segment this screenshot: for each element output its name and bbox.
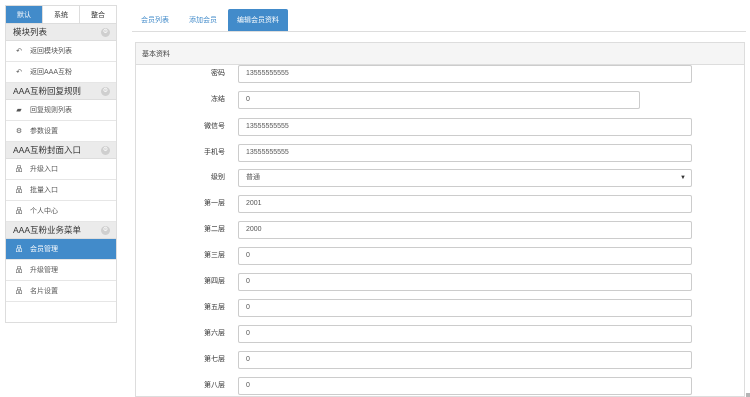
form-row-frozen: 冻结 0 <box>136 91 746 109</box>
layer-4-field[interactable]: 0 <box>238 273 692 291</box>
sidebar-item-settings[interactable]: ⚙ 参数设置 <box>6 121 116 142</box>
sidebar-item-label: 升级入口 <box>30 166 58 173</box>
layer-6-field[interactable]: 0 <box>238 325 692 343</box>
sitemap-icon: 品 <box>15 208 23 215</box>
sidebar-item-batch-entry[interactable]: 品 批量入口 <box>6 180 116 201</box>
reply-icon: ↶ <box>16 48 22 55</box>
wechat-label: 微信号 <box>204 123 225 130</box>
layer-1-label: 第一层 <box>204 200 225 207</box>
gear-toggle-icon[interactable]: ⚙ <box>101 86 110 96</box>
layer-2-field[interactable]: 2000 <box>238 221 692 239</box>
sidebar-item-label: 批量入口 <box>30 187 58 194</box>
sidebar-item-label: 升级管理 <box>30 267 58 274</box>
level-label: 级别 <box>211 174 225 181</box>
level-select-value: 普通 <box>246 174 260 181</box>
group-title: AAA互粉回复规则 <box>13 86 82 96</box>
form-row-layer-5: 第五层 0 <box>136 299 746 317</box>
panel-title: 基本资料 <box>136 43 744 65</box>
main-content: 会员列表 添加会员 编辑会员资料 基本资料 密码 13555555555 冻结 … <box>132 0 746 397</box>
tab-default[interactable]: 默认 <box>6 6 43 23</box>
sidebar-item-upgrade-management[interactable]: 品 升级管理 <box>6 260 116 281</box>
password-label: 密码 <box>211 70 225 77</box>
group-title: AAA互粉业务菜单 <box>13 225 82 235</box>
layer-1-field[interactable]: 2001 <box>238 195 692 213</box>
layer-4-label: 第四层 <box>204 278 225 285</box>
form-row-layer-1: 第一层 2001 <box>136 195 746 213</box>
layer-7-label: 第七层 <box>204 356 225 363</box>
scrollbar-corner <box>746 393 750 397</box>
comments-icon: ▰ <box>16 107 22 114</box>
password-field[interactable]: 13555555555 <box>238 65 692 83</box>
frozen-field[interactable]: 0 <box>238 91 640 109</box>
layer-2-label: 第二层 <box>204 226 225 233</box>
layer-5-field[interactable]: 0 <box>238 299 692 317</box>
form-row-password: 密码 13555555555 <box>136 65 746 83</box>
frozen-label: 冻结 <box>211 96 225 103</box>
main-tabs: 会员列表 添加会员 编辑会员资料 <box>132 0 746 32</box>
sidebar-item-member-management[interactable]: 品 会员管理 <box>6 239 116 260</box>
reply-icon: ↶ <box>16 69 22 76</box>
sidebar-item-reply-rule-list[interactable]: ▰ 回复规则列表 <box>6 100 116 121</box>
layer-7-field[interactable]: 0 <box>238 351 692 369</box>
tab-edit-member[interactable]: 编辑会员资料 <box>228 9 288 31</box>
sitemap-icon: 品 <box>15 166 23 173</box>
tab-add-member[interactable]: 添加会员 <box>180 9 226 31</box>
sitemap-icon: 品 <box>15 288 23 295</box>
sitemap-icon: 品 <box>15 267 23 274</box>
wechat-field[interactable]: 13555555555 <box>238 118 692 136</box>
layer-3-label: 第三层 <box>204 252 225 259</box>
level-select[interactable]: 普通 ▼ <box>238 169 692 187</box>
layer-6-label: 第六层 <box>204 330 225 337</box>
group-title: AAA互粉封面入口 <box>13 145 82 155</box>
sitemap-icon: 品 <box>15 187 23 194</box>
gear-toggle-icon[interactable]: ⚙ <box>101 225 110 235</box>
sidebar-item-label: 回复规则列表 <box>30 107 72 114</box>
tab-integration[interactable]: 整合 <box>80 6 116 23</box>
form-row-layer-4: 第四层 0 <box>136 273 746 291</box>
gear-icon: ⚙ <box>15 128 23 135</box>
sidebar-top-tabs: 默认 系统 整合 <box>6 6 116 24</box>
group-header-business-menu[interactable]: AAA互粉业务菜单 ⚙ <box>6 222 116 239</box>
phone-label: 手机号 <box>204 149 225 156</box>
sidebar-item-label: 名片设置 <box>30 288 58 295</box>
layer-8-label: 第八层 <box>204 382 225 389</box>
gear-toggle-icon[interactable]: ⚙ <box>101 145 110 155</box>
tab-system[interactable]: 系统 <box>43 6 80 23</box>
sidebar: 默认 系统 整合 模块列表 ⚙ ↶ 返回模块列表 ↶ 返回AAA互粉 AAA互粉… <box>5 5 117 323</box>
caret-down-icon: ▼ <box>680 175 686 181</box>
layer-3-field[interactable]: 0 <box>238 247 692 265</box>
sidebar-item-return-module-list[interactable]: ↶ 返回模块列表 <box>6 41 116 62</box>
sidebar-item-card-settings[interactable]: 品 名片设置 <box>6 281 116 302</box>
form-row-layer-6: 第六层 0 <box>136 325 746 343</box>
tab-member-list[interactable]: 会员列表 <box>132 9 178 31</box>
sidebar-item-label: 参数设置 <box>30 128 58 135</box>
layer-5-label: 第五层 <box>204 304 225 311</box>
group-title: 模块列表 <box>13 27 48 37</box>
sitemap-icon: 品 <box>15 246 23 253</box>
sidebar-item-return-aaa[interactable]: ↶ 返回AAA互粉 <box>6 62 116 83</box>
form-row-level: 级别 普通 ▼ <box>136 169 746 187</box>
layer-8-field[interactable]: 0 <box>238 377 692 395</box>
sidebar-item-label: 返回模块列表 <box>30 48 72 55</box>
sidebar-item-label: 会员管理 <box>30 246 58 253</box>
phone-field[interactable]: 13555555555 <box>238 144 692 162</box>
sidebar-item-personal-center[interactable]: 品 个人中心 <box>6 201 116 222</box>
form-row-layer-8: 第八层 0 <box>136 377 746 395</box>
form-row-layer-2: 第二层 2000 <box>136 221 746 239</box>
group-header-module-list[interactable]: 模块列表 ⚙ <box>6 24 116 41</box>
form-row-layer-7: 第七层 0 <box>136 351 746 369</box>
sidebar-item-label: 返回AAA互粉 <box>30 69 73 76</box>
sidebar-item-label: 个人中心 <box>30 208 58 215</box>
sidebar-item-upgrade-entry[interactable]: 品 升级入口 <box>6 159 116 180</box>
basic-info-panel: 基本资料 密码 13555555555 冻结 0 微信号 13555555555… <box>135 42 745 397</box>
group-header-cover-entry[interactable]: AAA互粉封面入口 ⚙ <box>6 142 116 159</box>
group-header-reply-rules[interactable]: AAA互粉回复规则 ⚙ <box>6 83 116 100</box>
form-row-phone: 手机号 13555555555 <box>136 144 746 162</box>
form-row-layer-3: 第三层 0 <box>136 247 746 265</box>
gear-toggle-icon[interactable]: ⚙ <box>101 27 110 37</box>
form-row-wechat: 微信号 13555555555 <box>136 118 746 136</box>
